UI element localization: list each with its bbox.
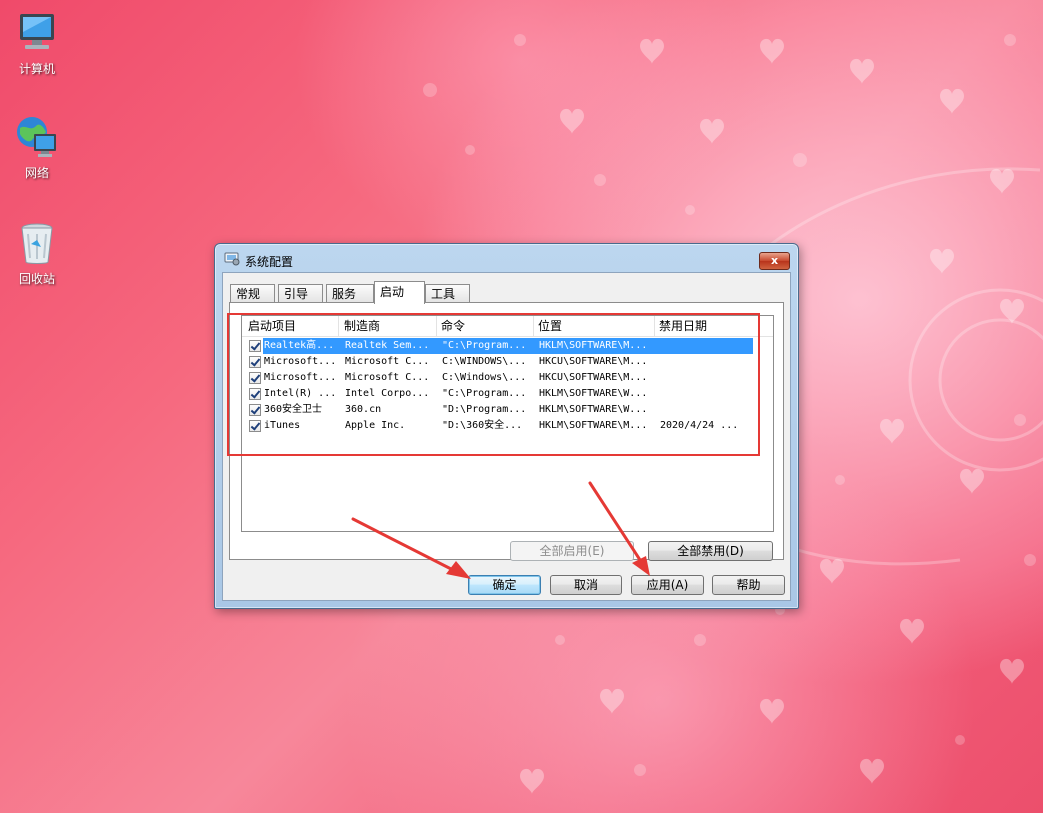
- column-header-command[interactable]: 命令: [437, 316, 534, 337]
- tab-label: 常规: [236, 287, 261, 301]
- desktop-icon-computer[interactable]: 计算机: [0, 10, 74, 77]
- list-header: 启动项目 制造商 命令 位置 禁用日期: [242, 316, 773, 337]
- list-row[interactable]: Microsoft... Microsoft C... C:\Windows\.…: [242, 370, 773, 386]
- cell-location: HKLM\SOFTWARE\M...: [539, 420, 648, 431]
- cell-maker: Microsoft C...: [345, 356, 430, 367]
- tab-label: 启动: [380, 285, 405, 299]
- desktop-icon-label: 网络: [24, 166, 49, 180]
- cell-command: C:\Windows\...: [442, 372, 527, 383]
- cell-maker: Realtek Sem...: [345, 340, 430, 351]
- startup-items-list[interactable]: 启动项目 制造商 命令 位置 禁用日期 Realtek高... Realtek …: [241, 315, 774, 532]
- startup-item-checkbox[interactable]: [249, 404, 261, 416]
- cell-location: HKLM\SOFTWARE\W...: [539, 388, 648, 399]
- list-row[interactable]: Realtek高... Realtek Sem... "C:\Program..…: [242, 338, 773, 354]
- tab-label: 引导: [284, 287, 309, 301]
- title-bar[interactable]: 系统配置 x: [215, 244, 798, 272]
- startup-item-checkbox[interactable]: [249, 356, 261, 368]
- list-row[interactable]: Intel(R) ... Intel Corpo... "C:\Program.…: [242, 386, 773, 402]
- computer-icon: [14, 10, 60, 56]
- cell-maker: Apple Inc.: [345, 420, 406, 431]
- cell-location: HKCU\SOFTWARE\M...: [539, 356, 648, 367]
- cell-command: "D:\Program...: [442, 404, 527, 415]
- disable-all-button[interactable]: 全部禁用(D): [648, 541, 773, 561]
- desktop-icon-label: 回收站: [18, 272, 55, 286]
- cell-date: [660, 402, 770, 418]
- tab-services[interactable]: 服务: [326, 284, 374, 303]
- desktop-icon-label: 计算机: [18, 62, 55, 76]
- list-row[interactable]: iTunes Apple Inc. "D:\360安全... HKLM\SOFT…: [242, 418, 773, 434]
- startup-tab-panel: 启动项目 制造商 命令 位置 禁用日期 Realtek高... Realtek …: [229, 302, 784, 561]
- window-client-area: 常规 引导 服务 启动 工具 启动项目 制造商 命令 位置 禁用日期 Realt…: [222, 272, 791, 601]
- list-row[interactable]: 360安全卫士 360.cn "D:\Program... HKLM\SOFTW…: [242, 402, 773, 418]
- cell-item: Intel(R) ...: [264, 388, 337, 399]
- ok-button[interactable]: 确定: [468, 575, 541, 595]
- cell-item: Microsoft...: [264, 356, 337, 367]
- list-row[interactable]: Microsoft... Microsoft C... C:\WINDOWS\.…: [242, 354, 773, 370]
- tab-label: 服务: [332, 287, 357, 301]
- cell-location: HKLM\SOFTWARE\W...: [539, 404, 648, 415]
- tab-startup[interactable]: 启动: [374, 281, 425, 304]
- cell-date: [660, 386, 770, 402]
- startup-item-checkbox[interactable]: [249, 420, 261, 432]
- network-icon: [14, 114, 60, 160]
- cell-item: Microsoft...: [264, 372, 337, 383]
- cell-date: [660, 354, 770, 370]
- cell-date: 2020/4/24 ...: [660, 420, 739, 431]
- cell-command: "C:\Program...: [442, 388, 527, 399]
- system-config-window[interactable]: 系统配置 x 常规 引导 服务 启动 工具 启动项目 制造商 命令 位置 禁用日…: [214, 243, 799, 609]
- tab-boot[interactable]: 引导: [278, 284, 323, 303]
- startup-item-checkbox[interactable]: [249, 388, 261, 400]
- cell-maker: Intel Corpo...: [345, 388, 430, 399]
- window-title: 系统配置: [245, 255, 294, 269]
- help-button[interactable]: 帮助: [712, 575, 785, 595]
- apply-button[interactable]: 应用(A): [631, 575, 704, 595]
- enable-all-button[interactable]: 全部启用(E): [510, 541, 634, 561]
- cell-item: Realtek高...: [264, 340, 335, 351]
- cell-command: "D:\360安全...: [442, 420, 523, 431]
- tab-general[interactable]: 常规: [230, 284, 275, 303]
- cell-maker: 360.cn: [345, 404, 382, 415]
- column-header-startup-item[interactable]: 启动项目: [244, 316, 339, 337]
- cancel-button[interactable]: 取消: [550, 575, 622, 595]
- cell-location: HKCU\SOFTWARE\M...: [539, 372, 648, 383]
- desktop-background: 计算机 网络 回收站 系统配置 x 常规 引导 服务 启动 工具 启动项目 制造…: [0, 0, 1043, 813]
- desktop-icon-network[interactable]: 网络: [0, 114, 74, 181]
- cell-command: C:\WINDOWS\...: [442, 356, 527, 367]
- tab-label: 工具: [431, 287, 456, 301]
- close-button[interactable]: x: [759, 252, 790, 270]
- column-header-date-disabled[interactable]: 禁用日期: [655, 316, 773, 337]
- column-header-location[interactable]: 位置: [534, 316, 655, 337]
- cell-date: [660, 370, 770, 386]
- msconfig-icon: [224, 252, 240, 266]
- close-icon: x: [770, 254, 779, 267]
- cell-date: [660, 338, 770, 354]
- cell-item: 360安全卫士: [264, 404, 323, 415]
- tab-tools[interactable]: 工具: [425, 284, 470, 303]
- column-header-manufacturer[interactable]: 制造商: [340, 316, 437, 337]
- desktop-icon-recycle-bin[interactable]: 回收站: [0, 220, 74, 287]
- startup-item-checkbox[interactable]: [249, 372, 261, 384]
- cell-item: iTunes: [264, 420, 301, 431]
- cell-maker: Microsoft C...: [345, 372, 430, 383]
- cell-command: "C:\Program...: [442, 340, 527, 351]
- cell-location: HKLM\SOFTWARE\M...: [539, 340, 648, 351]
- recycle-bin-icon: [14, 220, 60, 266]
- startup-item-checkbox[interactable]: [249, 340, 261, 352]
